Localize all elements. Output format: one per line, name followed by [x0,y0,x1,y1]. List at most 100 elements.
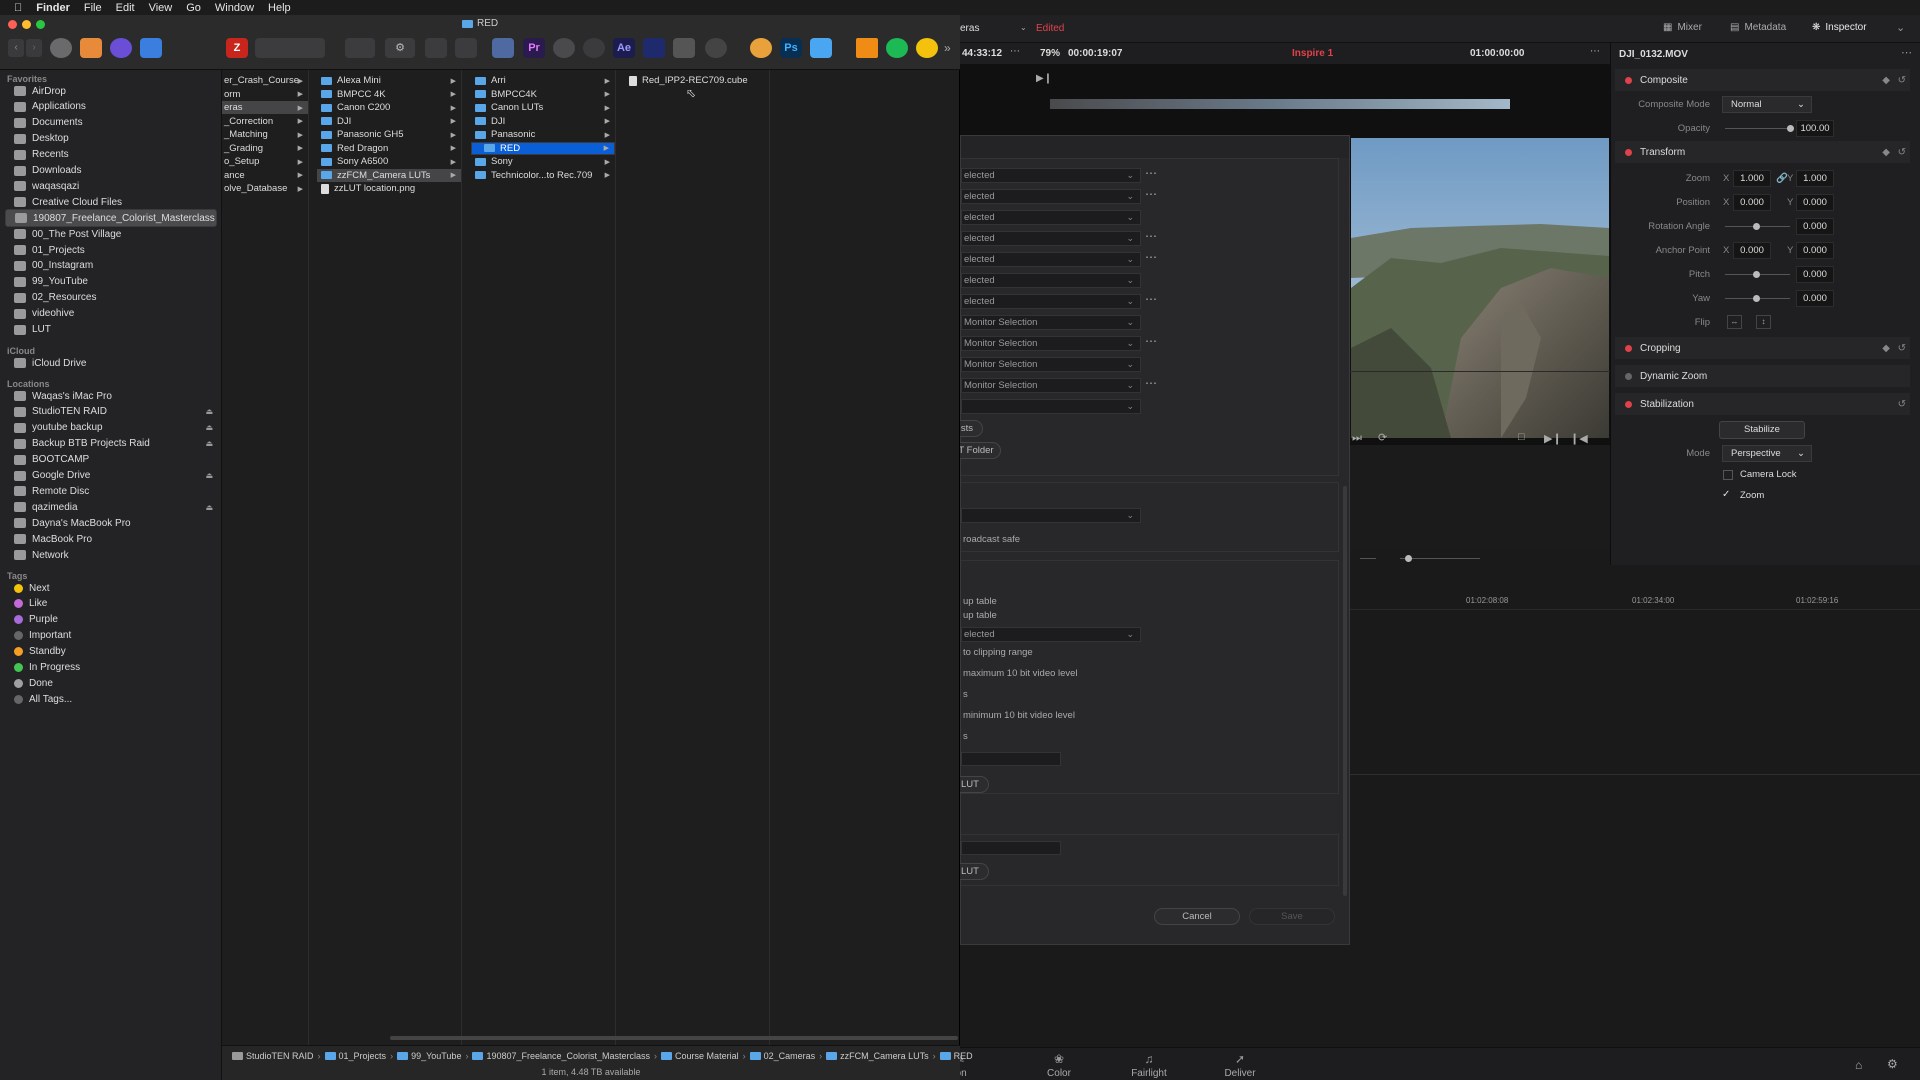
app-icon[interactable] [553,38,575,58]
list-item[interactable]: BMPCC4K ▶ [471,88,615,101]
after-effects-icon[interactable]: Ae [613,38,635,58]
dropdown-row[interactable]: Monitor Selection ⌄ [961,357,1141,372]
position-x-field[interactable]: 0.000 [1733,194,1771,211]
list-item[interactable]: BMPCC 4K ▶ [317,88,461,101]
checkmark-icon[interactable]: ✓ [1722,489,1730,500]
path-segment[interactable]: 99_YouTube [397,1051,461,1061]
dropdown-row[interactable]: elected ⌄ [961,294,1141,309]
tab-mixer[interactable]: ▦ Mixer [1663,22,1702,33]
back-button[interactable]: ‹ [8,39,24,57]
more-icon[interactable]: ⋯ [1145,250,1158,264]
more-icon[interactable]: ⋯ [1145,334,1158,348]
dropdown-row[interactable]: Monitor Selection ⌄ [961,336,1141,351]
section-composite[interactable]: Composite ◆ ↺ [1615,69,1910,91]
eject-icon[interactable]: ⏏ [205,439,213,448]
yaw-knob[interactable] [1753,295,1760,302]
chrome-icon[interactable] [916,38,938,58]
enable-toggle[interactable] [1625,76,1632,84]
list-item[interactable]: Red_IPP2-REC709.cube [625,74,769,87]
dropdown-row[interactable]: ⌄ [961,508,1141,523]
dropdown-row[interactable]: elected ⌄ [961,252,1141,267]
sidebar-item-icloud[interactable]: iCloud Drive [14,354,219,372]
zoom-button[interactable] [36,20,45,29]
yaw-field[interactable]: 0.000 [1796,290,1834,307]
list-item[interactable]: _Grading ▶ [222,142,308,155]
section-stabilization[interactable]: Stabilization ↺ [1615,393,1910,415]
eject-icon[interactable]: ⏏ [205,471,213,480]
horizontal-scrollbar[interactable] [390,1036,958,1040]
list-item[interactable]: zzLUT location.png [317,182,461,195]
path-segment[interactable]: 01_Projects [324,1051,386,1061]
folder-icon[interactable] [810,38,832,58]
list-item[interactable]: Canon C200 ▶ [317,101,461,114]
enable-toggle[interactable] [1625,400,1632,408]
tab-inspector[interactable]: ❋ Inspector [1812,22,1867,33]
text-field[interactable] [961,752,1061,766]
list-item[interactable]: _Matching ▶ [222,128,308,141]
enable-toggle[interactable] [1625,372,1632,380]
page-tab-deliver[interactable]: ➚ Deliver [1210,1052,1270,1079]
eject-icon[interactable]: ⏏ [205,407,213,416]
path-segment[interactable]: 190807_Freelance_Colorist_Masterclass [472,1051,650,1061]
opacity-field[interactable]: 100.00 [1796,120,1834,137]
reset-icon[interactable]: ↺ [1898,147,1906,158]
composite-mode-select[interactable]: Normal ⌄ [1722,96,1812,113]
menu-file[interactable]: File [84,2,102,14]
list-item[interactable]: orm ▶ [222,88,308,101]
stabilize-button[interactable]: Stabilize [1719,421,1805,439]
rotation-field[interactable]: 0.000 [1796,218,1834,235]
menu-help[interactable]: Help [268,2,291,14]
list-item[interactable]: eras ▶ [222,101,308,114]
list-item[interactable]: Panasonic GH5 ▶ [317,128,461,141]
match-frame-icon[interactable]: □ [1518,431,1525,443]
flip-vertical-icon[interactable]: ↕ [1756,315,1771,329]
more-icon[interactable]: ⋯ [1010,46,1020,57]
chevron-down-icon[interactable]: ⌄ [1020,23,1027,32]
list-item[interactable]: Technicolor...to Rec.709 ▶ [471,169,615,182]
minimize-button[interactable] [22,20,31,29]
sidebar-item-tag[interactable]: All Tags... [14,690,219,708]
section-cropping[interactable]: Cropping ◆ ↺ [1615,337,1910,359]
list-item[interactable]: er_Crash_Course ▶ [222,74,308,87]
dropdown-row[interactable]: ⌄ [961,399,1141,414]
enable-toggle[interactable] [1625,148,1632,156]
pitch-knob[interactable] [1753,271,1760,278]
app-icon[interactable] [110,38,132,58]
list-item[interactable]: Arri ▶ [471,74,615,87]
keyframe-icon[interactable]: ◆ [1882,75,1890,86]
keyframe-icon[interactable]: ◆ [1882,343,1890,354]
eject-icon[interactable]: ⏏ [205,503,213,512]
play-marker-icon[interactable]: ▶❙ [1036,73,1052,84]
camera-lock-checkbox[interactable] [1723,470,1733,480]
rotation-knob[interactable] [1753,223,1760,230]
eject-icon[interactable]: ⏏ [205,423,213,432]
view-mode-control[interactable] [255,38,325,58]
zoom-x-field[interactable]: 1.000 [1733,170,1771,187]
photoshop-icon[interactable]: Ps [780,38,802,58]
dropdown-row[interactable]: elected ⌄ [961,168,1141,183]
close-button[interactable] [8,20,17,29]
timeline-zoom-slider[interactable] [1400,558,1480,559]
menu-finder[interactable]: Finder [36,2,70,14]
more-icon[interactable]: ⋯ [1145,292,1158,306]
section-transform[interactable]: Transform ◆ ↺ [1615,141,1910,163]
more-icon[interactable]: ⋯ [1145,166,1158,180]
dialog-scrollbar[interactable] [1343,486,1347,896]
list-item[interactable]: o_Setup ▶ [222,155,308,168]
path-segment[interactable]: zzFCM_Camera LUTs [826,1051,929,1061]
list-item[interactable]: Sony ▶ [471,155,615,168]
list-item[interactable]: Alexa Mini ▶ [317,74,461,87]
menu-go[interactable]: Go [186,2,201,14]
timeline-name[interactable]: Inspire 1 [1292,48,1333,59]
list-item[interactable]: DJI ▶ [471,115,615,128]
opacity-knob[interactable] [1787,125,1794,132]
list-item[interactable]: Canon LUTs ▶ [471,101,615,114]
app-icon[interactable] [673,38,695,58]
list-item[interactable]: zzFCM_Camera LUTs ▶ [317,168,461,182]
dropdown-row[interactable]: elected ⌄ [961,210,1141,225]
more-icon[interactable]: ⋯ [1590,46,1600,57]
dropdown-row[interactable]: elected ⌄ [961,273,1141,288]
page-tab-fairlight[interactable]: ♫ Fairlight [1119,1052,1179,1079]
app-icon[interactable] [80,38,102,58]
app-icon[interactable] [643,38,665,58]
